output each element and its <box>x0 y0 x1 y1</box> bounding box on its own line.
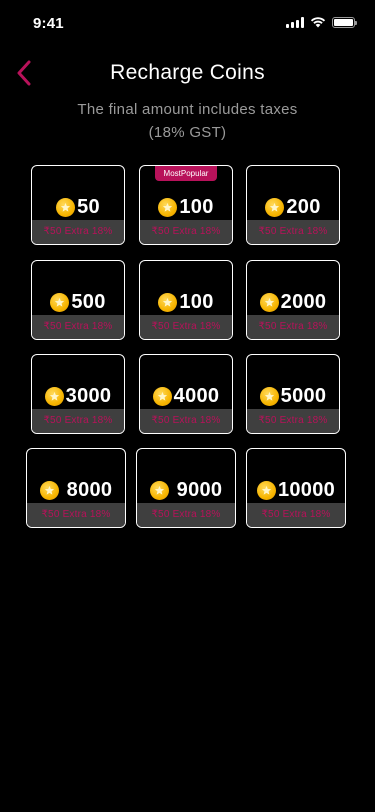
coin-icon <box>149 481 169 500</box>
coin-pack-card[interactable]: 2000 ₹50 Extra 18% <box>246 260 340 340</box>
coin-amount: 10000 <box>277 479 336 501</box>
extra-offer-label: ₹50 Extra 18% <box>32 220 124 244</box>
coin-amount: 50 <box>77 196 100 218</box>
coin-pack-card[interactable]: 10000 ₹50 Extra 18% <box>246 448 346 528</box>
coin-icon <box>158 293 178 312</box>
coin-icon <box>259 387 279 406</box>
coin-amount: 3000 <box>65 385 112 407</box>
coin-pack-card[interactable]: 3000 ₹50 Extra 18% <box>31 354 125 434</box>
coin-icon <box>44 387 64 406</box>
coin-icon <box>265 198 285 217</box>
extra-offer-label: ₹50 Extra 18% <box>137 503 235 527</box>
coin-pack-card[interactable]: 5000 ₹50 Extra 18% <box>246 354 340 434</box>
coin-pack-card[interactable]: 50 ₹50 Extra 18% <box>31 165 125 245</box>
coin-icon <box>256 481 276 500</box>
coin-packs-grid: 50 ₹50 Extra 18% MostPopular 100 ₹50 Ext… <box>0 0 375 812</box>
coin-pack-card[interactable]: 8000 ₹50 Extra 18% <box>26 448 126 528</box>
coin-icon <box>259 293 279 312</box>
extra-offer-label: ₹50 Extra 18% <box>247 220 339 244</box>
extra-offer-label: ₹50 Extra 18% <box>32 409 124 433</box>
extra-offer-label: ₹50 Extra 18% <box>247 409 339 433</box>
coin-amount: 2000 <box>280 291 327 313</box>
coin-amount: 200 <box>286 196 321 218</box>
coin-icon <box>158 198 178 217</box>
extra-offer-label: ₹50 Extra 18% <box>247 315 339 339</box>
extra-offer-label: ₹50 Extra 18% <box>32 315 124 339</box>
coin-amount: 5000 <box>280 385 327 407</box>
coin-pack-card[interactable]: 100 ₹50 Extra 18% <box>139 260 233 340</box>
coin-amount: 9000 <box>176 479 223 501</box>
coin-icon <box>39 481 59 500</box>
extra-offer-label: ₹50 Extra 18% <box>140 315 232 339</box>
coin-amount: 500 <box>71 291 106 313</box>
coin-amount: 100 <box>179 291 214 313</box>
extra-offer-label: ₹50 Extra 18% <box>27 503 125 527</box>
coin-pack-card[interactable]: MostPopular 100 ₹50 Extra 18% <box>139 165 233 245</box>
coin-icon <box>152 387 172 406</box>
coin-icon <box>56 198 76 217</box>
extra-offer-label: ₹50 Extra 18% <box>140 409 232 433</box>
extra-offer-label: ₹50 Extra 18% <box>140 220 232 244</box>
coin-icon <box>50 293 70 312</box>
coin-pack-card[interactable]: 9000 ₹50 Extra 18% <box>136 448 236 528</box>
coin-pack-card[interactable]: 4000 ₹50 Extra 18% <box>139 354 233 434</box>
coin-pack-card[interactable]: 200 ₹50 Extra 18% <box>246 165 340 245</box>
extra-offer-label: ₹50 Extra 18% <box>247 503 345 527</box>
coin-amount: 8000 <box>66 479 113 501</box>
coin-amount: 4000 <box>173 385 220 407</box>
coin-amount: 100 <box>179 196 214 218</box>
coin-pack-card[interactable]: 500 ₹50 Extra 18% <box>31 260 125 340</box>
